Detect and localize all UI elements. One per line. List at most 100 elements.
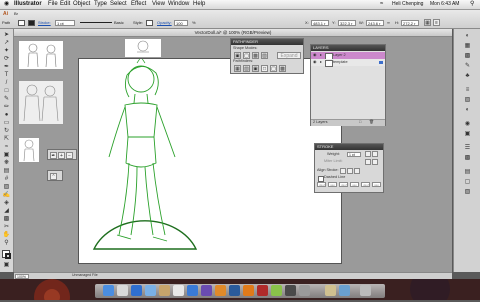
menu-view[interactable]: View: [152, 1, 165, 8]
gap-field[interactable]: gap: [372, 182, 381, 187]
panel-menu-icon[interactable]: ≡: [433, 19, 440, 26]
fill-swatch[interactable]: [18, 20, 25, 26]
itunes-dock-icon[interactable]: [187, 285, 198, 296]
layers-panel-icon[interactable]: ☰: [463, 145, 472, 152]
weight-field[interactable]: 1 pt: [347, 152, 361, 157]
system-preferences-dock-icon[interactable]: [299, 285, 310, 296]
mesh-tool-icon[interactable]: #: [2, 176, 11, 183]
opacity-field[interactable]: 100: [174, 20, 188, 26]
free-transform-tool-icon[interactable]: ▣: [2, 152, 11, 159]
gradient-panel-icon[interactable]: ▨: [463, 97, 472, 104]
visibility-eye-icon[interactable]: ◉: [313, 53, 316, 58]
zoom-tool-icon[interactable]: ⚲: [2, 240, 11, 247]
merge-icon[interactable]: ▣: [252, 65, 259, 72]
documents-stack-dock-icon[interactable]: [325, 285, 336, 296]
align-outside-icon[interactable]: [354, 168, 360, 174]
stroke-panel-title[interactable]: STROKE: [315, 144, 383, 150]
pen-tool-icon[interactable]: ✒: [2, 64, 11, 71]
color-panel-icon[interactable]: ◐: [463, 33, 472, 40]
wifi-icon[interactable]: ≈: [380, 1, 383, 8]
reference-thumbnail[interactable]: [18, 137, 40, 163]
butt-cap-icon[interactable]: [365, 151, 371, 157]
gradient-tool-icon[interactable]: ▨: [2, 184, 11, 191]
iphoto-dock-icon[interactable]: [201, 285, 212, 296]
app-dock-icon[interactable]: [271, 285, 282, 296]
document-tab[interactable]: VectorDoll.ai* @ 100% (RGB/Preview): [14, 29, 452, 37]
line-tool-icon[interactable]: /: [2, 80, 11, 87]
exclude-icon[interactable]: ▨: [261, 52, 268, 59]
layers-panel-title[interactable]: LAYERS: [311, 45, 385, 51]
minus-front-icon[interactable]: ▢: [243, 52, 250, 59]
menu-object[interactable]: Object: [73, 1, 90, 8]
blend-tool-icon[interactable]: ◈: [2, 200, 11, 207]
finder-dock-icon[interactable]: [103, 285, 114, 296]
brush-label[interactable]: Basic: [114, 20, 124, 26]
brushes-panel-icon[interactable]: ✎: [463, 63, 472, 70]
add-anchor-tool-icon[interactable]: +: [58, 152, 65, 159]
expand-arrow-icon[interactable]: ▸: [320, 53, 322, 58]
dash-field[interactable]: dash: [339, 182, 348, 187]
photoshop-dock-icon[interactable]: [229, 285, 240, 296]
divide-icon[interactable]: ▦: [234, 65, 241, 72]
align-inside-icon[interactable]: [347, 168, 353, 174]
menu-help[interactable]: Help: [193, 1, 205, 8]
reference-thumbnail[interactable]: [18, 80, 64, 125]
stroke-swatch[interactable]: [28, 20, 35, 26]
delete-layer-icon[interactable]: 🗑: [369, 120, 374, 125]
selection-tool-icon[interactable]: ➤: [2, 32, 11, 39]
spotlight-icon[interactable]: ⚲: [470, 1, 474, 8]
layer-name[interactable]: template: [333, 60, 348, 65]
w-field[interactable]: 243.6 r: [366, 20, 384, 26]
warp-tool-icon[interactable]: ≈: [2, 144, 11, 151]
eyedropper-tool-icon[interactable]: ✍: [2, 192, 11, 199]
dash-field[interactable]: dash: [317, 182, 326, 187]
round-cap-icon[interactable]: [372, 151, 378, 157]
link-icon[interactable]: ∞: [387, 20, 390, 26]
round-join-icon[interactable]: [372, 159, 378, 165]
artboards-panel-icon[interactable]: ▩: [463, 155, 472, 162]
trim-icon[interactable]: ▧: [243, 65, 250, 72]
reference-thumbnail[interactable]: [18, 40, 64, 70]
illustrator-dock-icon[interactable]: [243, 285, 254, 296]
clock[interactable]: Mon 6:43 AM: [430, 1, 459, 8]
h-field[interactable]: 272.2 r: [401, 20, 419, 26]
reference-thumbnail[interactable]: [124, 38, 162, 58]
unite-icon[interactable]: ▣: [234, 52, 241, 59]
type-tool-icon[interactable]: T: [2, 72, 11, 79]
apple-icon[interactable]: ◉: [4, 1, 9, 8]
pencil-tool-icon[interactable]: ✏: [2, 104, 11, 111]
firefox-dock-icon[interactable]: [215, 285, 226, 296]
scale-tool-icon[interactable]: ⇱: [2, 136, 11, 143]
live-paint-tool-icon[interactable]: ◢: [2, 208, 11, 215]
acrobat-dock-icon[interactable]: [257, 285, 268, 296]
mail-dock-icon[interactable]: [145, 285, 156, 296]
symbols-panel-icon[interactable]: ♣: [463, 73, 472, 80]
trash-dock-icon[interactable]: [360, 285, 371, 296]
bridge-icon[interactable]: Br: [14, 11, 18, 17]
opacity-link[interactable]: Opacity:: [157, 20, 172, 26]
menu-app[interactable]: Illustrator: [14, 1, 42, 8]
dashboard-dock-icon[interactable]: [117, 285, 128, 296]
symbol-sprayer-tool-icon[interactable]: ❋: [2, 160, 11, 167]
address-book-dock-icon[interactable]: [159, 285, 170, 296]
menu-effect[interactable]: Effect: [131, 1, 146, 8]
layer-name[interactable]: Layer 2: [333, 53, 346, 58]
screen-mode-icon[interactable]: ▣: [2, 262, 11, 269]
stroke-color-box[interactable]: [5, 253, 11, 259]
slice-tool-icon[interactable]: ✂: [2, 224, 11, 231]
menu-file[interactable]: File: [48, 1, 58, 8]
magic-wand-tool-icon[interactable]: ✦: [2, 48, 11, 55]
align-center-icon[interactable]: [340, 168, 346, 174]
ical-dock-icon[interactable]: [173, 285, 184, 296]
user-name[interactable]: Heli Chenping: [392, 1, 423, 8]
stroke-link[interactable]: Stroke:: [38, 20, 51, 26]
stroke-panel-icon[interactable]: ≡: [463, 87, 472, 94]
align-panel-icon[interactable]: ▤: [463, 169, 472, 176]
new-layer-icon[interactable]: □: [359, 120, 361, 125]
lasso-tool-icon[interactable]: ⟳: [2, 56, 11, 63]
delete-anchor-tool-icon[interactable]: −: [66, 152, 73, 159]
menu-edit[interactable]: Edit: [60, 1, 70, 8]
layer-row[interactable]: ◉ ▸ Layer 2: [311, 52, 385, 60]
transform-icon[interactable]: ▦: [424, 19, 431, 26]
crop-icon[interactable]: □: [261, 65, 268, 72]
